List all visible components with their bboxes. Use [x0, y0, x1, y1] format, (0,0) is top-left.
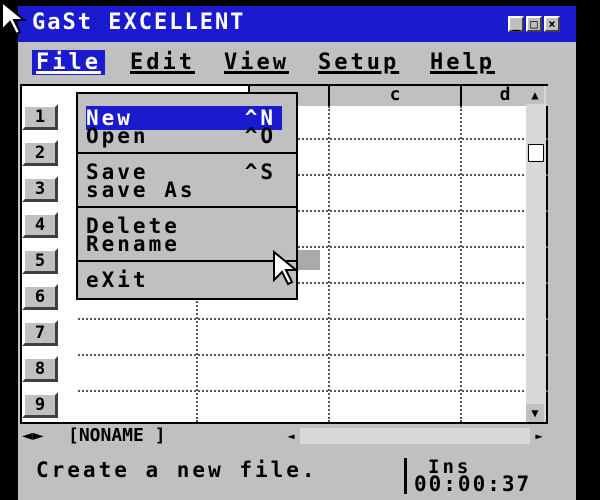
menu-edit[interactable]: Edit — [130, 50, 195, 75]
close-button[interactable]: × — [544, 16, 560, 32]
minimize-button[interactable]: _ — [508, 16, 524, 32]
window-title: GaSt EXCELLENT — [32, 10, 246, 35]
file-menu-dropdown: New ^N Open ^O Save ^S save As Delete Re… — [76, 92, 298, 300]
grid-line — [328, 106, 330, 422]
menu-separator — [78, 206, 296, 208]
row-header-7[interactable]: 7 — [22, 320, 58, 346]
column-header-c[interactable]: c — [328, 86, 460, 106]
mouse-pointer-icon — [1, 0, 27, 36]
scroll-left-icon[interactable]: ◄ — [282, 428, 300, 444]
menu-item-open[interactable]: Open ^O — [86, 124, 282, 148]
status-bar: Create a new file. Ins 00:00:37 — [18, 454, 576, 496]
row-header-3[interactable]: 3 — [22, 176, 58, 202]
status-area: Create a new file. Ins 00:00:37 — [18, 454, 576, 500]
row-header-9[interactable]: 9 — [22, 392, 58, 418]
file-name-label: [NONAME ] — [68, 425, 166, 446]
menu-item-label: save As — [86, 178, 196, 202]
grid-line — [78, 390, 548, 392]
grid-line — [78, 354, 548, 356]
menu-item-label: Rename — [86, 232, 180, 256]
grid-line — [78, 318, 548, 320]
mouse-pointer-icon — [273, 250, 299, 286]
menu-file[interactable]: File — [32, 50, 105, 75]
row-header-2[interactable]: 2 — [22, 140, 58, 166]
menu-separator — [78, 152, 296, 154]
maximize-button[interactable]: □ — [526, 16, 542, 32]
timer-readout: 00:00:37 — [414, 472, 532, 496]
title-bar[interactable]: GaSt EXCELLENT _ □ × — [18, 6, 576, 42]
row-header-5[interactable]: 5 — [22, 248, 58, 274]
scroll-right-icon[interactable]: ► — [530, 428, 548, 444]
menu-item-exit[interactable]: eXit — [86, 268, 282, 292]
menu-separator — [78, 260, 296, 262]
menu-item-label: eXit — [86, 268, 149, 292]
scroll-thumb[interactable] — [528, 144, 544, 162]
sheet-nav-icon[interactable]: ◄► — [22, 425, 44, 446]
sheet-footer: ◄► [NONAME ] ◄ ► — [20, 424, 548, 446]
row-header-6[interactable]: 6 — [22, 284, 58, 310]
vertical-scrollbar[interactable]: ▲ ▼ — [526, 86, 546, 422]
menu-item-rename[interactable]: Rename — [86, 232, 282, 256]
menu-bar: File Edit View Setup Help — [18, 42, 576, 86]
menu-item-label: Open — [86, 124, 149, 148]
status-message: Create a new file. — [36, 458, 318, 482]
status-divider — [404, 458, 407, 494]
horizontal-scrollbar[interactable]: ◄ ► — [282, 428, 548, 444]
menu-shortcut: ^O — [244, 124, 276, 148]
menu-setup[interactable]: Setup — [318, 50, 399, 75]
grid-line — [460, 106, 462, 422]
row-header-1[interactable]: 1 — [22, 104, 58, 130]
scroll-up-icon[interactable]: ▲ — [526, 86, 544, 104]
menu-help[interactable]: Help — [430, 50, 495, 75]
row-header-4[interactable]: 4 — [22, 212, 58, 238]
menu-item-save-as[interactable]: save As — [86, 178, 282, 202]
scroll-down-icon[interactable]: ▼ — [526, 404, 544, 422]
menu-view[interactable]: View — [224, 50, 289, 75]
row-header-8[interactable]: 8 — [22, 356, 58, 382]
